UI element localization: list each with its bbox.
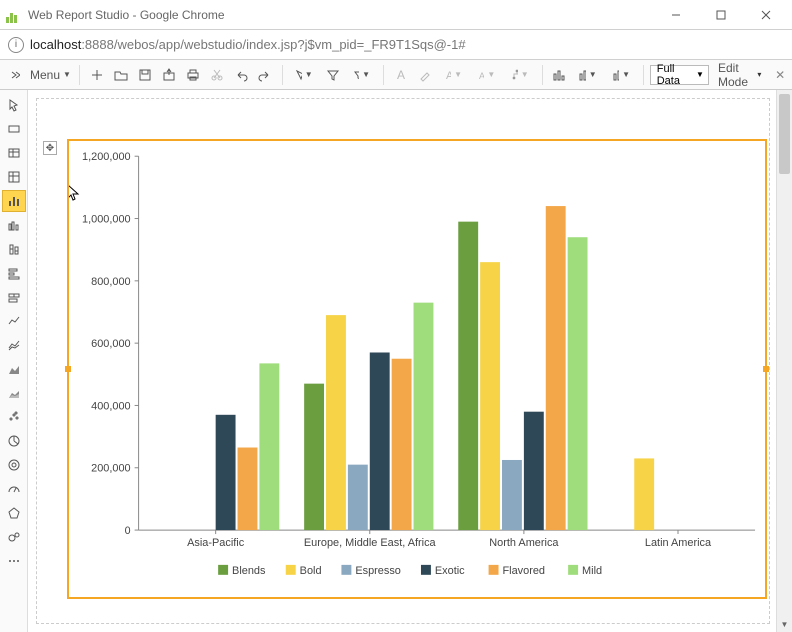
panel-close-button[interactable]: ✕: [772, 64, 788, 86]
svg-text:Bold: Bold: [300, 565, 322, 577]
palette-hbar-stacked[interactable]: [2, 286, 26, 308]
palette-gauge[interactable]: [2, 478, 26, 500]
save-button[interactable]: [134, 64, 156, 86]
font-b-button: A▼: [471, 64, 502, 86]
export-button[interactable]: [158, 64, 180, 86]
palette-line[interactable]: [2, 310, 26, 332]
chart-palette-sidebar: [0, 90, 28, 632]
redo-button[interactable]: [254, 64, 276, 86]
bar-chart: 0 200,000 400,000 600,000 800,000 1,000,000 1,…: [69, 141, 765, 597]
color-tool-button: [414, 64, 436, 86]
select-tool-button[interactable]: ▼: [288, 64, 319, 86]
svg-text:400,000: 400,000: [91, 400, 130, 412]
menu-button[interactable]: Menu▼: [28, 64, 73, 86]
svg-text:North America: North America: [489, 537, 559, 549]
edit-mode-button[interactable]: Edit Mode▾: [711, 64, 768, 86]
svg-text:600,000: 600,000: [91, 338, 130, 350]
text-tool-button: A: [390, 64, 412, 86]
menu-label: Menu: [30, 68, 60, 82]
palette-table[interactable]: [2, 142, 26, 164]
palette-hbar[interactable]: [2, 262, 26, 284]
window-title: Web Report Studio - Google Chrome: [28, 8, 653, 22]
url-path: :8888/webos/app/webstudio/index.jsp?j$vm…: [81, 37, 465, 52]
svg-text:Blends: Blends: [232, 565, 266, 577]
print-button[interactable]: [182, 64, 204, 86]
main-area: ✥ 0 200,000 400,000 600,000 800,000 1,000,000…: [0, 90, 792, 632]
svg-text:A: A: [479, 71, 484, 81]
window-maximize-button[interactable]: [698, 1, 743, 29]
window-close-button[interactable]: [743, 1, 788, 29]
window-titlebar: Web Report Studio - Google Chrome: [0, 0, 792, 30]
app-icon: [6, 7, 22, 23]
palette-scatter[interactable]: [2, 406, 26, 428]
palette-stacked-area[interactable]: [2, 382, 26, 404]
svg-text:Exotic: Exotic: [435, 565, 465, 577]
svg-text:Flavored: Flavored: [503, 565, 546, 577]
data-mode-select[interactable]: Full Data▼: [650, 65, 709, 85]
filter-button[interactable]: [322, 64, 344, 86]
svg-text:A: A: [397, 68, 405, 82]
page-area[interactable]: ✥ 0 200,000 400,000 600,000 800,000 1,000,000…: [36, 98, 770, 624]
svg-text:Europe, Middle East, Africa: Europe, Middle East, Africa: [304, 537, 437, 549]
chart-type1-button[interactable]: [548, 64, 570, 86]
move-handle-icon[interactable]: ✥: [43, 141, 57, 155]
palette-pie[interactable]: [2, 430, 26, 452]
svg-text:1,000,000: 1,000,000: [82, 214, 131, 226]
scroll-thumb[interactable]: [779, 94, 790, 174]
palette-radar[interactable]: [2, 502, 26, 524]
palette-pointer[interactable]: [2, 94, 26, 116]
svg-text:200,000: 200,000: [91, 463, 130, 475]
cut-button[interactable]: [206, 64, 228, 86]
palette-stacked-bar[interactable]: [2, 238, 26, 260]
browser-address-bar[interactable]: i localhost:8888/webos/app/webstudio/ind…: [0, 30, 792, 60]
window-minimize-button[interactable]: [653, 1, 698, 29]
palette-crosstab[interactable]: [2, 166, 26, 188]
palette-multiline[interactable]: [2, 334, 26, 356]
palette-bar-chart[interactable]: [2, 190, 26, 212]
site-info-icon[interactable]: i: [8, 37, 24, 53]
app-toolbar: Menu▼ ▼ ▼ A A▼ A▼ ▼ ▼ ▼ Full Data▼ Edit …: [0, 60, 792, 90]
expand-toolbar-button[interactable]: [4, 64, 26, 86]
font-size-button: A▼: [438, 64, 469, 86]
chart-type3-button[interactable]: ▼: [606, 64, 637, 86]
palette-grouped-bar[interactable]: [2, 214, 26, 236]
svg-text:1,200,000: 1,200,000: [82, 151, 131, 163]
hierarchy-button: ▼: [504, 64, 535, 86]
svg-text:A: A: [446, 70, 451, 81]
url-host: localhost: [30, 37, 81, 52]
scroll-down-icon[interactable]: ▼: [777, 616, 792, 632]
new-button[interactable]: [86, 64, 108, 86]
report-canvas[interactable]: ✥ 0 200,000 400,000 600,000 800,000 1,000,000…: [28, 90, 792, 632]
filter-menu-button[interactable]: ▼: [346, 64, 377, 86]
svg-text:Latin America: Latin America: [645, 537, 712, 549]
palette-bubble[interactable]: [2, 526, 26, 548]
svg-text:Espresso: Espresso: [355, 565, 401, 577]
svg-text:Asia-Pacific: Asia-Pacific: [187, 537, 245, 549]
chart-object[interactable]: 0 200,000 400,000 600,000 800,000 1,000,000 1,…: [67, 139, 767, 599]
palette-donut[interactable]: [2, 454, 26, 476]
svg-text:0: 0: [125, 525, 131, 537]
palette-area[interactable]: [2, 358, 26, 380]
undo-button[interactable]: [230, 64, 252, 86]
palette-more[interactable]: [2, 550, 26, 572]
palette-rect[interactable]: [2, 118, 26, 140]
vertical-scrollbar[interactable]: ▲ ▼: [776, 90, 792, 632]
open-button[interactable]: [110, 64, 132, 86]
chart-type2-button[interactable]: ▼: [572, 64, 603, 86]
svg-text:800,000: 800,000: [91, 276, 130, 288]
svg-text:Mild: Mild: [582, 565, 602, 577]
